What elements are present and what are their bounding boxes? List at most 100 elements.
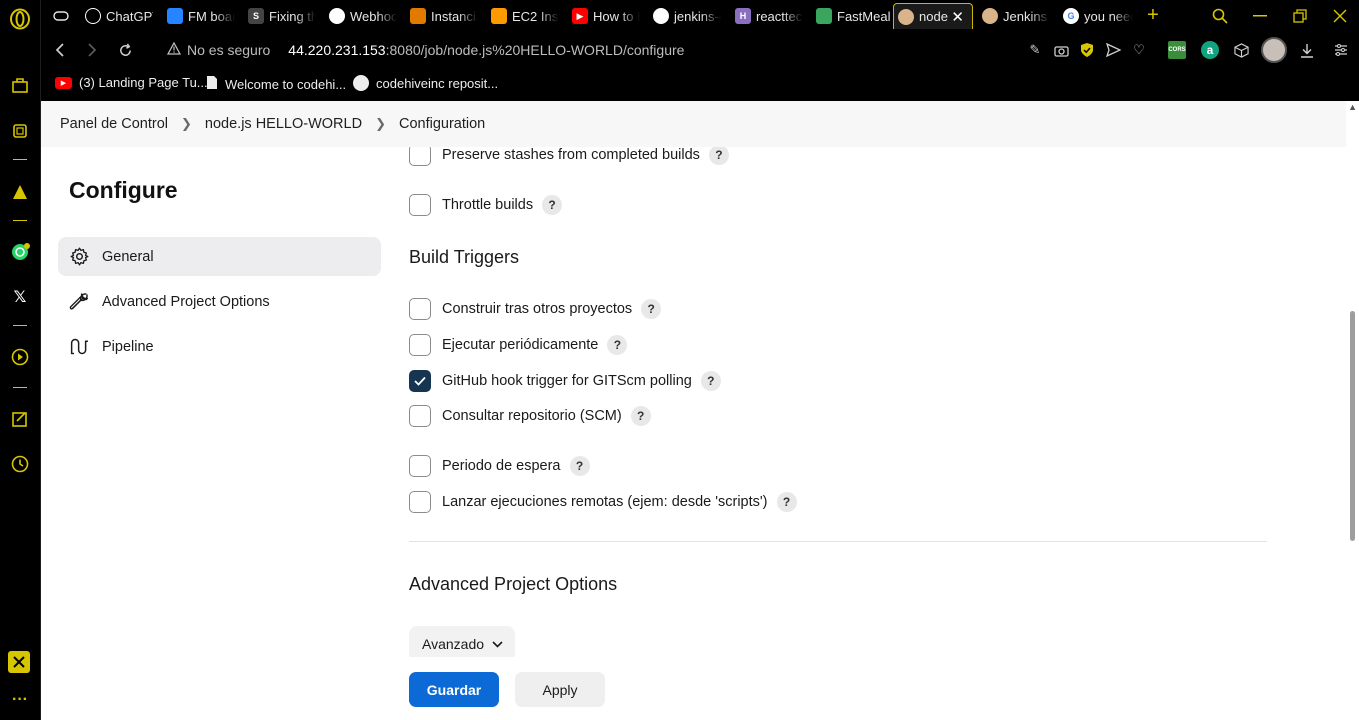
bookmark-youtube[interactable]: ▶ (3) Landing Page Tu... [55, 75, 208, 90]
trigger-build-after-other-projects: Construir tras otros proyectos ? [409, 298, 662, 320]
help-icon[interactable]: ? [700, 371, 721, 391]
github-icon [329, 8, 345, 24]
help-icon[interactable]: ? [776, 492, 797, 512]
insecure-label: No es seguro [187, 42, 271, 58]
checkbox[interactable] [409, 455, 431, 477]
breadcrumb-configuration[interactable]: Configuration [399, 116, 485, 132]
tab-12[interactable]: Jenkins [978, 3, 1050, 29]
checkbox[interactable] [409, 334, 431, 356]
help-icon[interactable]: ? [569, 456, 590, 476]
sidebar-divider [13, 387, 27, 388]
more-menu-icon[interactable]: ··· [8, 688, 32, 712]
breadcrumb-job[interactable]: node.js HELLO-WORLD [205, 116, 362, 132]
checkbox-checked[interactable] [409, 370, 431, 392]
bookmark-label: codehiveinc reposit... [376, 75, 499, 91]
checkbox[interactable] [409, 491, 431, 513]
url-field[interactable]: No es seguro 44.220.231.153 :8080/job/no… [166, 40, 685, 60]
jira-icon [167, 8, 183, 24]
help-icon[interactable]: ? [607, 335, 628, 355]
send-icon[interactable] [1104, 41, 1122, 59]
aria-icon[interactable] [8, 180, 32, 204]
bookmark-github[interactable]: codehiveinc reposit... [353, 75, 498, 91]
bookmark-label: (3) Landing Page Tu... [79, 75, 208, 90]
tab-13[interactable]: G you need [1059, 3, 1133, 29]
warning-icon [166, 41, 182, 58]
x-twitter-icon[interactable]: 𝕏 [8, 285, 32, 309]
forward-icon[interactable] [81, 39, 103, 61]
tab-7[interactable]: ▶ How to B [568, 3, 640, 29]
checkbox[interactable] [409, 194, 431, 216]
tab-2[interactable]: FM boar [163, 3, 235, 29]
pinboard-icon[interactable] [8, 407, 32, 431]
sidebar-item-advanced-project-options[interactable]: Advanced Project Options [58, 282, 381, 321]
easy-setup-icon[interactable] [1332, 41, 1350, 59]
sidebar-item-pipeline[interactable]: Pipeline [58, 327, 381, 366]
heart-icon[interactable]: ♡ [1130, 41, 1148, 59]
scrollbar[interactable]: ▲ [1346, 101, 1359, 720]
jenkins-icon [982, 8, 998, 24]
opera-logo-icon[interactable] [8, 7, 32, 31]
aws-cube-icon [491, 8, 507, 24]
tab-1[interactable]: ChatGPT [81, 3, 153, 29]
tab-3[interactable]: S Fixing th [244, 3, 316, 29]
pipeline-icon [70, 338, 89, 355]
sidebar-divider [13, 325, 27, 326]
minimize-icon[interactable] [1240, 0, 1280, 31]
tab-9[interactable]: H reacttech [731, 3, 803, 29]
trigger-github-hook: GitHub hook trigger for GITScm polling ? [409, 370, 721, 392]
help-icon[interactable]: ? [630, 406, 651, 426]
sidebar-item-general[interactable]: General [58, 237, 381, 276]
checkbox[interactable] [409, 405, 431, 427]
tab-6[interactable]: EC2 Insta [487, 3, 559, 29]
tab-10[interactable]: FastMeal [812, 3, 890, 29]
tab-4[interactable]: Webhook [325, 3, 397, 29]
tab-label: FastMeal [837, 8, 890, 24]
jenkins-page: Panel de Control ❯ node.js HELLO-WORLD ❯… [41, 101, 1359, 720]
reload-icon[interactable] [114, 39, 136, 61]
help-icon[interactable]: ? [542, 195, 563, 215]
scroll-up-icon[interactable]: ▲ [1348, 102, 1357, 112]
tab-5[interactable]: Instancia [406, 3, 478, 29]
checkbox[interactable] [409, 298, 431, 320]
url-path: :8080/job/node.js%20HELLO-WORLD/configur… [385, 42, 685, 58]
tab-0[interactable] [49, 3, 75, 29]
page-title: Configure [69, 177, 178, 203]
back-icon[interactable] [49, 39, 71, 61]
extensions-icon[interactable] [8, 651, 30, 673]
help-icon[interactable]: ? [641, 299, 662, 319]
edit-icon[interactable]: ✎ [1026, 41, 1044, 59]
tab-11-active[interactable]: node ✕ [893, 3, 973, 29]
ai-chip-icon[interactable] [8, 119, 32, 143]
new-tab-icon[interactable]: + [1133, 0, 1173, 31]
camera-icon[interactable] [1052, 41, 1070, 59]
advanced-button-label: Avanzado [422, 636, 485, 652]
whatsapp-icon[interactable] [8, 240, 32, 264]
history-clock-icon[interactable] [8, 452, 32, 476]
checkbox[interactable] [409, 144, 431, 166]
search-tabs-icon[interactable] [1200, 0, 1240, 31]
save-button[interactable]: Guardar [409, 672, 499, 707]
download-icon[interactable] [1298, 41, 1316, 59]
breadcrumb-dashboard[interactable]: Panel de Control [60, 116, 168, 132]
aws-icon [410, 8, 426, 24]
restore-icon[interactable] [1280, 0, 1320, 31]
close-window-icon[interactable] [1320, 0, 1359, 31]
cors-extension-icon[interactable]: CORS [1168, 41, 1186, 59]
trigger-poll-scm: Consultar repositorio (SCM) ? [409, 405, 651, 427]
player-icon[interactable] [8, 345, 32, 369]
option-throttle-builds: Throttle builds ? [409, 194, 563, 216]
heroku-icon: H [735, 8, 751, 24]
close-tab-icon[interactable]: ✕ [951, 8, 964, 26]
sidebar-divider [13, 220, 27, 221]
apply-button[interactable]: Apply [515, 672, 605, 707]
help-icon[interactable]: ? [708, 145, 729, 165]
bookmark-codehive[interactable]: Welcome to codehi... [206, 75, 346, 93]
extension-a-icon[interactable]: a [1201, 41, 1219, 59]
shopping-bag-icon[interactable] [8, 73, 32, 97]
scrollbar-thumb[interactable] [1350, 311, 1355, 541]
avatar[interactable] [1261, 37, 1287, 63]
option-label: Ejecutar periódicamente [442, 337, 599, 353]
extensions-cube-icon[interactable] [1232, 41, 1250, 59]
adblock-shield-icon[interactable] [1078, 41, 1096, 59]
tab-8[interactable]: jenkins-e [649, 3, 721, 29]
